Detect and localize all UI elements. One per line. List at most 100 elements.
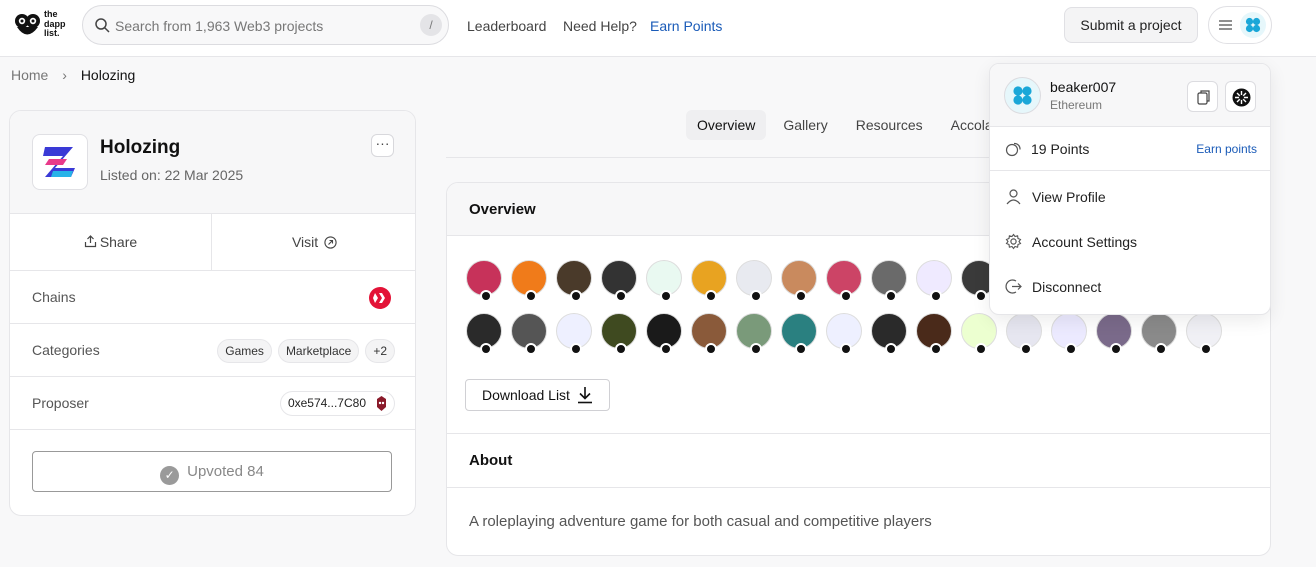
upvoter-avatar[interactable] [736,313,772,355]
project-header: Holozing Listed on: 22 Mar 2025 ··· [10,111,415,214]
upvoter-avatar[interactable] [511,313,547,355]
upvoter-avatar[interactable] [646,260,682,302]
upvoter-avatar[interactable] [556,260,592,302]
external-link-icon [324,236,337,249]
upvoter-avatar[interactable] [1141,313,1177,355]
upvote-badge-icon [1155,343,1167,355]
menu-view-profile[interactable]: View Profile [990,175,1270,219]
user-avatar [1240,12,1266,38]
upvoter-avatar[interactable] [466,313,502,355]
upvoter-avatar[interactable] [1186,313,1222,355]
upvoter-avatar[interactable] [871,313,907,355]
wallet-button[interactable] [1225,81,1256,112]
download-list-label: Download List [482,387,570,403]
upvoter-avatar[interactable] [601,313,637,355]
search-bar[interactable]: / [82,5,449,45]
blue-flower-avatar-icon [1245,17,1261,33]
upvoter-avatar[interactable] [781,313,817,355]
breadcrumb: Home › Holozing [11,67,135,83]
search-shortcut-badge: / [420,14,442,36]
tab-overview[interactable]: Overview [686,110,767,140]
wallet-logo-icon [1232,88,1251,107]
gear-icon [1005,233,1022,250]
upvoter-avatar[interactable] [511,260,547,302]
earn-points-link[interactable]: Earn points [1196,142,1257,156]
account-menu-button[interactable] [1208,6,1272,44]
user-icon [1006,189,1021,205]
hamburger-menu-icon [1219,20,1232,30]
upvote-badge-icon [750,343,762,355]
breadcrumb-home-link[interactable]: Home [11,67,48,83]
submit-project-button[interactable]: Submit a project [1064,7,1198,43]
upvote-badge-icon [525,343,537,355]
nav-leaderboard-link[interactable]: Leaderboard [467,18,546,34]
owl-logo-icon [15,14,40,35]
upvoter-avatar[interactable] [826,260,862,302]
about-description: A roleplaying adventure game for both ca… [469,513,932,530]
proposer-address: 0xe574...7C80 [287,396,366,410]
tab-gallery[interactable]: Gallery [772,110,838,140]
upvote-badge-icon [570,290,582,302]
check-circle-icon: ✓ [160,466,180,485]
upvote-badge-icon [660,343,672,355]
category-tag-more[interactable]: +2 [365,339,395,363]
upvoter-avatar[interactable] [556,313,592,355]
category-tag-games[interactable]: Games [217,339,272,363]
nav-earn-points-link[interactable]: Earn Points [650,18,722,34]
copy-icon [1197,90,1210,105]
upvote-button[interactable]: ✓ Upvoted 84 [32,451,392,492]
upvoter-avatar[interactable] [961,313,997,355]
menu-account-settings[interactable]: Account Settings [990,220,1270,264]
proposer-chip[interactable]: 0xe574...7C80 [279,391,395,416]
upvote-badge-icon [705,343,717,355]
download-list-button[interactable]: Download List [465,379,610,411]
upvote-badge-icon [1020,343,1032,355]
upvote-badge-icon [570,343,582,355]
upvoter-avatar[interactable] [916,313,952,355]
category-tags: Games Marketplace +2 [217,339,395,363]
share-button[interactable]: Share [10,214,212,271]
points-coin-icon [1005,142,1021,157]
upvote-badge-icon [885,343,897,355]
upvote-badge-icon [795,343,807,355]
proposer-avatar [372,394,391,413]
copy-address-button[interactable] [1187,81,1218,112]
upvoter-avatar[interactable] [736,260,772,302]
menu-disconnect[interactable]: Disconnect [990,265,1270,309]
category-tag-marketplace[interactable]: Marketplace [277,339,360,363]
visit-label: Visit [291,234,319,250]
share-label: Share [99,234,138,250]
upvoter-avatar[interactable] [871,260,907,302]
upvoter-avatar[interactable] [691,260,727,302]
proposer-label: Proposer [32,395,89,411]
visit-button[interactable]: Visit [212,214,415,271]
upvoter-avatar[interactable] [826,313,862,355]
upvote-badge-icon [930,343,942,355]
project-actions: Share Visit [10,214,415,271]
nav-need-help-link[interactable]: Need Help? [563,18,637,34]
top-navigation-bar: the dapp list. / Leaderboard Need Help? … [0,0,1316,57]
upvote-badge-icon [840,343,852,355]
download-icon [578,387,592,404]
upvoter-avatar[interactable] [601,260,637,302]
upvoter-avatar[interactable] [691,313,727,355]
upvoter-avatar[interactable] [781,260,817,302]
hive-chain-icon[interactable] [369,287,391,309]
upvoter-avatar[interactable] [1006,313,1042,355]
upvote-badge-icon [930,290,942,302]
share-icon [84,235,96,248]
upvoter-avatar[interactable] [916,260,952,302]
search-input[interactable] [115,15,405,37]
upvoter-avatar[interactable] [1051,313,1087,355]
more-options-button[interactable]: ··· [371,134,394,157]
upvoter-avatar[interactable] [646,313,682,355]
upvote-badge-icon [975,290,987,302]
account-username: beaker007 [1050,79,1117,95]
upvoter-avatar[interactable] [1096,313,1132,355]
tab-resources[interactable]: Resources [845,110,934,140]
search-icon [95,18,110,33]
upvote-badge-icon [840,290,852,302]
upvote-badge-icon [480,290,492,302]
upvoter-avatar[interactable] [466,260,502,302]
upvote-badge-icon [975,343,987,355]
